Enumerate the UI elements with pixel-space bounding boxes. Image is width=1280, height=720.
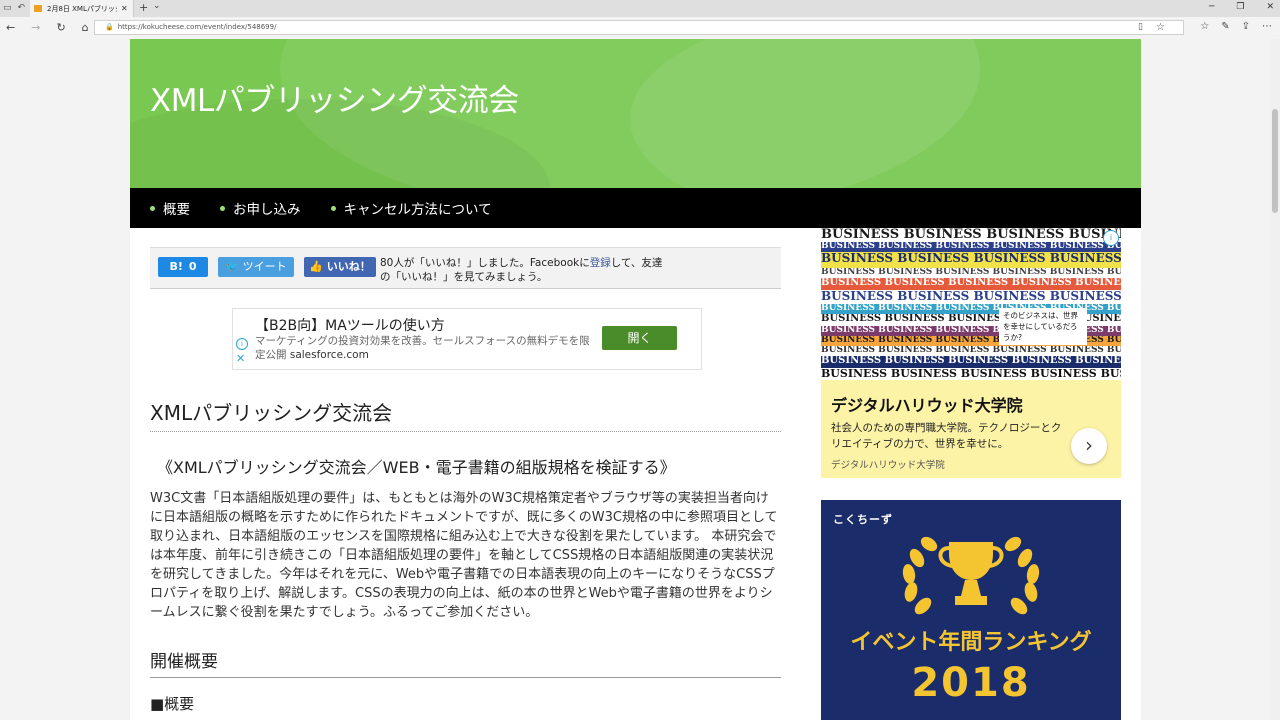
thumbs-up-icon: 👍 bbox=[309, 260, 323, 273]
bullet-icon bbox=[330, 205, 336, 211]
ad-close-icon[interactable]: ✕ bbox=[236, 352, 245, 365]
mosaic-strip: BUSINESS BUSINESS BUSINESS BUSINESS BUSI… bbox=[821, 268, 1121, 278]
notes-icon[interactable]: ✎ bbox=[1221, 21, 1229, 32]
site-container: XMLパブリッシング交流会 概要 お申し込み キャンセル方法について B! 0 🐦… bbox=[130, 39, 1141, 720]
mosaic-strip: BUSINESS BUSINESS BUSINESS BUSINESS BUSI… bbox=[821, 242, 1121, 252]
sidebar-ad-digital-hollywood[interactable]: BUSINESS BUSINESS BUSINESS BUSINESS BUSI… bbox=[821, 228, 1121, 478]
favicon-icon bbox=[34, 5, 42, 12]
event-subtitle: 《XMLパブリッシング交流会／WEB・電子書籍の組版規格を検証する》 bbox=[157, 458, 676, 477]
restore-icon[interactable]: ❐ bbox=[1236, 2, 1244, 12]
scrollbar-thumb[interactable] bbox=[1272, 109, 1278, 213]
ad-info-icon[interactable]: i bbox=[236, 338, 248, 350]
nav-item-cancel[interactable]: キャンセル方法について bbox=[330, 198, 492, 218]
window-close-icon[interactable]: ✕ bbox=[1266, 2, 1274, 12]
facebook-like-button[interactable]: 👍 いいね！ bbox=[304, 257, 376, 277]
section-heading: 開催概要 bbox=[150, 647, 781, 678]
mosaic-strip: BUSINESS BUSINESS BUSINESS BUSINESS BUSI… bbox=[821, 346, 1121, 356]
chevron-right-icon[interactable]: › bbox=[1071, 428, 1107, 464]
ad-description: マーケティングの投資対効果を改善。セールスフォースの無料デモを限定公開 sale… bbox=[255, 335, 590, 361]
site-title[interactable]: XMLパブリッシング交流会 bbox=[150, 75, 519, 120]
lock-icon: 🔒 bbox=[105, 23, 114, 31]
nav-item-overview[interactable]: 概要 bbox=[150, 198, 190, 218]
main-nav: 概要 お申し込み キャンセル方法について bbox=[130, 188, 1141, 228]
page-title: XMLパブリッシング交流会 bbox=[150, 397, 781, 432]
share-bar: B! 0 🐦 ツイート 👍 いいね！ 80人が「いいね！」しました。Faceboo… bbox=[150, 247, 781, 289]
window-controls: ─ ❐ ✕ bbox=[1209, 2, 1274, 12]
ad-domain: salesforce.com bbox=[289, 349, 369, 361]
home-icon[interactable]: ⌂ bbox=[82, 21, 89, 34]
more-icon[interactable]: ⋯ bbox=[1262, 21, 1272, 32]
minimize-icon[interactable]: ─ bbox=[1209, 2, 1214, 12]
close-tab-icon[interactable]: ✕ bbox=[121, 4, 128, 13]
url-text: https://kokucheese.com/event/index/54869… bbox=[117, 23, 277, 31]
mosaic-strip: BUSINESS BUSINESS BUSINESS BUSINESS BUSI… bbox=[821, 278, 1121, 290]
new-tab-icon[interactable]: + bbox=[139, 1, 148, 14]
bullet-icon bbox=[220, 205, 225, 211]
page-scrollbar[interactable] bbox=[1270, 39, 1280, 720]
hatena-bookmark-button[interactable]: B! 0 bbox=[158, 257, 208, 277]
ranking-year: 2018 bbox=[911, 660, 1031, 706]
address-bar-row: ← → ↻ ⌂ 🔒 https://kokucheese.com/event/in… bbox=[0, 17, 1280, 40]
ad-tagline: そのビジネスは、世界を幸せにしているだろうか? bbox=[999, 308, 1087, 345]
business-mosaic-image: BUSINESS BUSINESS BUSINESS BUSINESS BUSI… bbox=[821, 228, 1121, 380]
ad-open-button[interactable]: 開く bbox=[602, 326, 677, 350]
header-swirl bbox=[630, 39, 1141, 188]
url-field[interactable]: 🔒 https://kokucheese.com/event/index/5486… bbox=[94, 20, 1184, 35]
ad-title[interactable]: 【B2B向】MAツールの使い方 bbox=[255, 315, 445, 335]
ad-title[interactable]: デジタルハリウッド大学院 bbox=[831, 392, 1023, 416]
bullet-icon bbox=[150, 205, 155, 211]
back-icon[interactable]: ← bbox=[6, 21, 15, 34]
mosaic-strip: BUSINESS BUSINESS BUSINESS BUSINESS BUSI… bbox=[821, 356, 1121, 368]
tab-actions: ▭ ↶ bbox=[3, 3, 25, 14]
share-icon[interactable]: ⇪ bbox=[1242, 21, 1250, 32]
refresh-icon[interactable]: ↻ bbox=[56, 21, 65, 34]
main-column: B! 0 🐦 ツイート 👍 いいね！ 80人が「いいね！」しました。Faceboo… bbox=[150, 247, 781, 713]
ad-sponsor: デジタルハリウッド大学院 bbox=[831, 460, 945, 471]
nav-buttons: ← → ↻ ⌂ bbox=[6, 21, 89, 34]
event-description: W3C文書「日本語組版処理の要件」は、もともとは海外のW3C規格策定者やブラウザ… bbox=[150, 491, 778, 620]
content-area: B! 0 🐦 ツイート 👍 いいね！ 80人が「いいね！」しました。Faceboo… bbox=[130, 228, 1141, 720]
browser-tab-bar: ▭ ↶ 2月8日 XMLパブリッシンク ✕ + ⌄ ─ ❐ ✕ bbox=[0, 0, 1280, 17]
mosaic-strip: BUSINESS BUSINESS BUSINESS BUSINESS BUSI… bbox=[821, 368, 1121, 380]
tweet-button[interactable]: 🐦 ツイート bbox=[218, 257, 294, 277]
ad-choices-icon[interactable]: i bbox=[1103, 230, 1119, 246]
tab-list-icon[interactable]: ⌄ bbox=[153, 1, 161, 11]
favorites-hub-icon[interactable]: ☆ bbox=[1200, 21, 1209, 32]
mosaic-strip: BUSINESS BUSINESS BUSINESS BUSINESS BUSI… bbox=[821, 252, 1121, 268]
toolbar-icons: ☆ ✎ ⇪ ⋯ bbox=[1200, 21, 1272, 32]
ad-description: 社会人のための専門職大学院。テクノロジーとクリエイティブの力で、世界を幸せに。 bbox=[831, 422, 1062, 450]
ranking-headline: イベント年間ランキング bbox=[850, 630, 1092, 655]
nav-item-apply[interactable]: お申し込み bbox=[220, 198, 301, 218]
facebook-register-link[interactable]: 登録 bbox=[590, 257, 611, 269]
browser-tab[interactable]: 2月8日 XMLパブリッシンク ✕ bbox=[30, 0, 134, 17]
subsection-heading: ■概要 bbox=[150, 695, 195, 713]
back-tabs-icon[interactable]: ↶ bbox=[18, 3, 26, 14]
tab-title: 2月8日 XMLパブリッシンク bbox=[47, 4, 117, 13]
twitter-bird-icon: 🐦 bbox=[225, 260, 240, 273]
tab-preview-icon[interactable]: ▭ bbox=[3, 3, 12, 14]
mosaic-strip: BUSINESS BUSINESS BUSINESS BUSINESS BUSI… bbox=[821, 228, 1121, 242]
forward-icon[interactable]: → bbox=[31, 21, 40, 34]
ad-banner[interactable]: 【B2B向】MAツールの使い方 マーケティングの投資対効果を改善。セールスフォー… bbox=[232, 308, 702, 370]
mosaic-strip: BUSINESS BUSINESS BUSINESS BUSINESS BUSI… bbox=[821, 290, 1121, 304]
sidebar-ad-event-ranking[interactable]: こくちーず イベント年間ランキング 2018 bbox=[821, 500, 1121, 720]
site-header: XMLパブリッシング交流会 bbox=[130, 39, 1141, 188]
page-viewport: XMLパブリッシング交流会 概要 お申し込み キャンセル方法について B! 0 🐦… bbox=[0, 39, 1270, 720]
ad-text-block: デジタルハリウッド大学院 社会人のための専門職大学院。テクノロジーとクリエイティ… bbox=[821, 380, 1121, 478]
facebook-like-text: 80人が「いいね！」しました。Facebookに登録して、友達の「いいね！」を見… bbox=[380, 257, 663, 283]
favorite-star-icon[interactable]: ☆ bbox=[1156, 21, 1165, 34]
trophy-laurel-icon bbox=[902, 536, 1040, 615]
reading-view-icon[interactable]: ▯ bbox=[1138, 21, 1143, 34]
